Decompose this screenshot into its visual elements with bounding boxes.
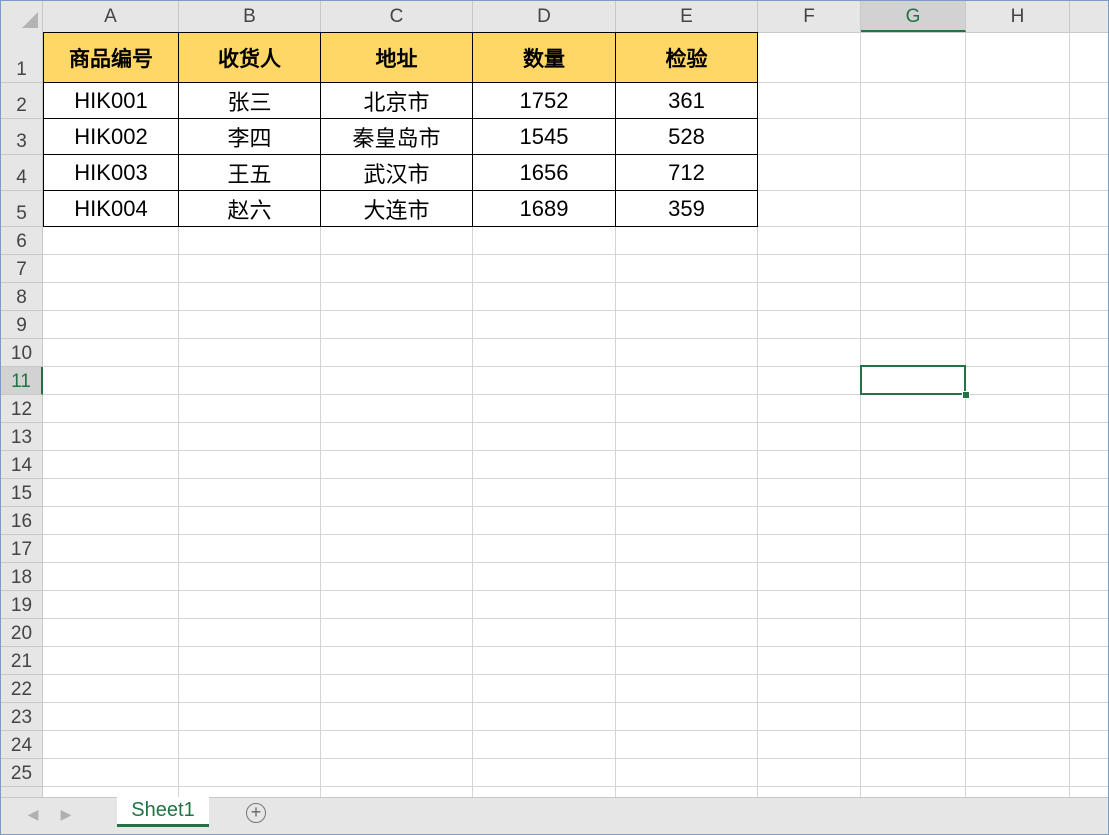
row-header-13[interactable]: 13 [1,423,43,451]
row-header-19[interactable]: 19 [1,591,43,619]
row-number: 14 [10,455,33,476]
row-number: 9 [16,315,27,336]
row-number: 1 [16,59,27,80]
row-header-17[interactable]: 17 [1,535,43,563]
row-header-4[interactable]: 4 [1,155,43,191]
row-number: 13 [10,427,33,448]
row-number: 3 [16,131,27,152]
row-header-22[interactable]: 22 [1,675,43,703]
table-cell[interactable]: 528 [616,119,757,154]
row-number: 15 [10,483,33,504]
table-cell[interactable]: HIK003 [44,155,178,190]
column-header-h[interactable]: H [966,1,1070,32]
fill-handle[interactable] [962,391,970,399]
table-cell[interactable]: 大连市 [321,191,472,226]
column-header-bar: A B C D E F G H [1,1,1108,33]
row-header-11[interactable]: 11 [1,367,43,395]
column-header-e[interactable]: E [616,1,758,32]
row-header-25[interactable]: 25 [1,759,43,787]
header-cell-recipient[interactable]: 收货人 [179,33,320,82]
row-header-8[interactable]: 8 [1,283,43,311]
row-number: 6 [16,231,27,252]
table-cell[interactable]: 北京市 [321,83,472,118]
table-cell[interactable]: 秦皇岛市 [321,119,472,154]
row-number: 24 [10,735,33,756]
table-cell[interactable]: 1752 [473,83,615,118]
row-number: 8 [16,287,27,308]
row-number: 20 [10,623,33,644]
sheet-tab-sheet1[interactable]: Sheet1 [117,797,209,827]
row-header-1[interactable]: 1 [1,32,43,83]
table-cell[interactable]: 712 [616,155,757,190]
table-cell[interactable]: HIK001 [44,83,178,118]
row-number: 19 [10,595,33,616]
table-cell[interactable]: HIK004 [44,191,178,226]
row-number: 22 [10,679,33,700]
row-number: 7 [16,259,27,280]
row-number: 16 [10,511,33,532]
row-header-7[interactable]: 7 [1,255,43,283]
table-cell[interactable]: 361 [616,83,757,118]
row-number: 25 [10,763,33,784]
column-header-b[interactable]: B [179,1,321,32]
row-header-12[interactable]: 12 [1,395,43,423]
row-header-2[interactable]: 2 [1,83,43,119]
header-cell-address[interactable]: 地址 [321,33,472,82]
column-header-c[interactable]: C [321,1,473,32]
table-cell[interactable]: 359 [616,191,757,226]
row-header-18[interactable]: 18 [1,563,43,591]
table-cell[interactable]: 李四 [179,119,320,154]
row-header-5[interactable]: 5 [1,191,43,227]
header-cell-inspection[interactable]: 检验 [616,33,757,82]
row-number: 4 [16,167,27,188]
row-header-20[interactable]: 20 [1,619,43,647]
table-cell[interactable]: 1656 [473,155,615,190]
row-number: 23 [10,707,33,728]
row-header-9[interactable]: 9 [1,311,43,339]
row-header-21[interactable]: 21 [1,647,43,675]
row-number: 12 [10,399,33,420]
row-header-24[interactable]: 24 [1,731,43,759]
column-header-a[interactable]: A [43,1,179,32]
row-number: 2 [16,95,27,116]
table-cell[interactable]: 武汉市 [321,155,472,190]
table-cell[interactable]: 王五 [179,155,320,190]
row-header-10[interactable]: 10 [1,339,43,367]
row-number: 11 [11,371,31,392]
header-cell-product-id[interactable]: 商品编号 [44,33,178,82]
row-header-16[interactable]: 16 [1,507,43,535]
row-header-6[interactable]: 6 [1,227,43,255]
row-header-23[interactable]: 23 [1,703,43,731]
select-all-button[interactable] [1,1,43,32]
table-cell[interactable]: HIK002 [44,119,178,154]
chevron-right-icon[interactable]: ▶ [56,806,76,823]
chevron-left-icon[interactable]: ◀ [23,806,43,823]
row-header-15[interactable]: 15 [1,479,43,507]
header-cell-quantity[interactable]: 数量 [473,33,615,82]
column-header-f[interactable]: F [758,1,861,32]
row-number: 17 [10,539,33,560]
row-number: 5 [16,203,27,224]
sheet-tab-bar: ◀ ▶ Sheet1 + [1,797,1108,834]
plus-circle-icon[interactable]: + [246,803,266,823]
table-cell[interactable]: 赵六 [179,191,320,226]
table-cell[interactable]: 1545 [473,119,615,154]
row-header-partial [1,787,43,797]
active-cell-g11[interactable] [860,365,966,395]
column-header-g[interactable]: G [861,1,966,32]
spreadsheet-window: A B C D E F G H 1 2 3 4 5 6 7 8 9 10 11 … [0,0,1109,835]
row-number: 10 [10,343,33,364]
row-header-3[interactable]: 3 [1,119,43,155]
column-header-d[interactable]: D [473,1,616,32]
table-cell[interactable]: 1689 [473,191,615,226]
row-number: 18 [10,567,33,588]
select-all-triangle-icon [22,12,38,28]
table-cell[interactable]: 张三 [179,83,320,118]
row-header-14[interactable]: 14 [1,451,43,479]
row-number: 21 [10,651,33,672]
